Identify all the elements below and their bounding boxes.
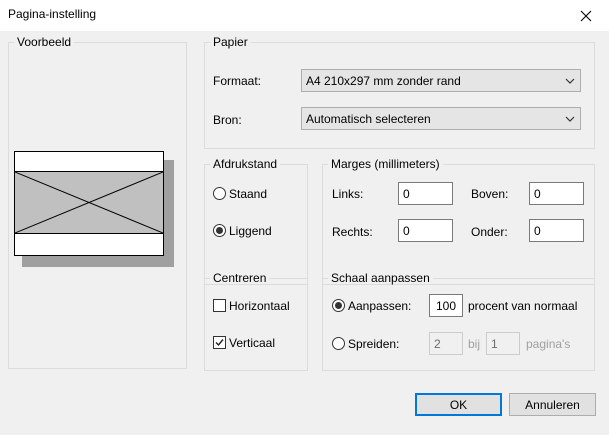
margin-top-label: Boven:: [471, 187, 509, 201]
chevron-down-icon: [565, 116, 575, 122]
center-horizontal-label[interactable]: Horizontaal: [229, 299, 290, 313]
scale-fit-suffix: pagina's: [526, 337, 571, 351]
portrait-radio[interactable]: [213, 187, 226, 200]
title-bar: Pagina-instelling: [0, 0, 609, 31]
dialog-body: Voorbeeld Papier Formaat: A4 210x297 mm …: [0, 31, 609, 435]
center-horizontal-checkbox[interactable]: [213, 299, 226, 312]
center-vertical-label[interactable]: Verticaal: [229, 336, 275, 350]
close-button[interactable]: [563, 0, 609, 31]
format-select[interactable]: A4 210x297 mm zonder rand: [301, 69, 581, 92]
window-title: Pagina-instelling: [8, 7, 97, 21]
ok-button[interactable]: OK: [415, 393, 502, 416]
orientation-legend: Afdrukstand: [213, 157, 278, 171]
center-vertical-checkbox[interactable]: [213, 336, 226, 349]
margin-right-input[interactable]: [398, 219, 453, 242]
preview-print-area: [14, 171, 164, 234]
scale-fit-height-input[interactable]: [486, 332, 520, 355]
format-label: Formaat:: [213, 74, 262, 88]
margin-bottom-input[interactable]: [529, 219, 584, 242]
center-legend: Centreren: [213, 271, 267, 285]
scale-fit-radio[interactable]: [332, 337, 345, 350]
landscape-radio[interactable]: [213, 224, 226, 237]
scale-fit-label[interactable]: Spreiden:: [348, 337, 399, 351]
margins-legend: Marges (millimeters): [331, 157, 440, 171]
orientation-group: Afdrukstand: [204, 157, 308, 285]
format-select-value: A4 210x297 mm zonder rand: [306, 74, 461, 88]
source-select[interactable]: Automatisch selecteren: [301, 107, 581, 130]
portrait-label[interactable]: Staand: [229, 187, 267, 201]
source-select-value: Automatisch selecteren: [306, 112, 431, 126]
scale-adjust-radio[interactable]: [332, 299, 345, 312]
margin-bottom-label: Onder:: [471, 225, 508, 239]
scale-adjust-label[interactable]: Aanpassen:: [348, 299, 411, 313]
scale-legend: Schaal aanpassen: [331, 271, 430, 285]
margin-top-input[interactable]: [529, 182, 584, 205]
preview-area-cross: [15, 172, 163, 233]
paper-group: Papier: [204, 35, 595, 149]
cancel-button[interactable]: Annuleren: [509, 393, 596, 416]
preview-legend: Voorbeeld: [17, 35, 72, 49]
checkmark-icon: [215, 339, 224, 347]
center-group: Centreren: [204, 271, 308, 371]
chevron-down-icon: [565, 78, 575, 84]
scale-group: Schaal aanpassen: [322, 271, 595, 371]
scale-fit-width-input[interactable]: [429, 332, 463, 355]
margin-left-label: Links:: [332, 187, 364, 201]
margin-right-label: Rechts:: [332, 225, 373, 239]
paper-legend: Papier: [213, 35, 248, 49]
landscape-label[interactable]: Liggend: [229, 224, 272, 238]
source-label: Bron:: [213, 113, 242, 127]
scale-adjust-input[interactable]: [429, 294, 463, 317]
margin-left-input[interactable]: [398, 182, 453, 205]
scale-adjust-suffix: procent van normaal: [468, 299, 578, 313]
close-icon: [580, 10, 592, 21]
scale-fit-by-label: bij: [468, 337, 481, 351]
